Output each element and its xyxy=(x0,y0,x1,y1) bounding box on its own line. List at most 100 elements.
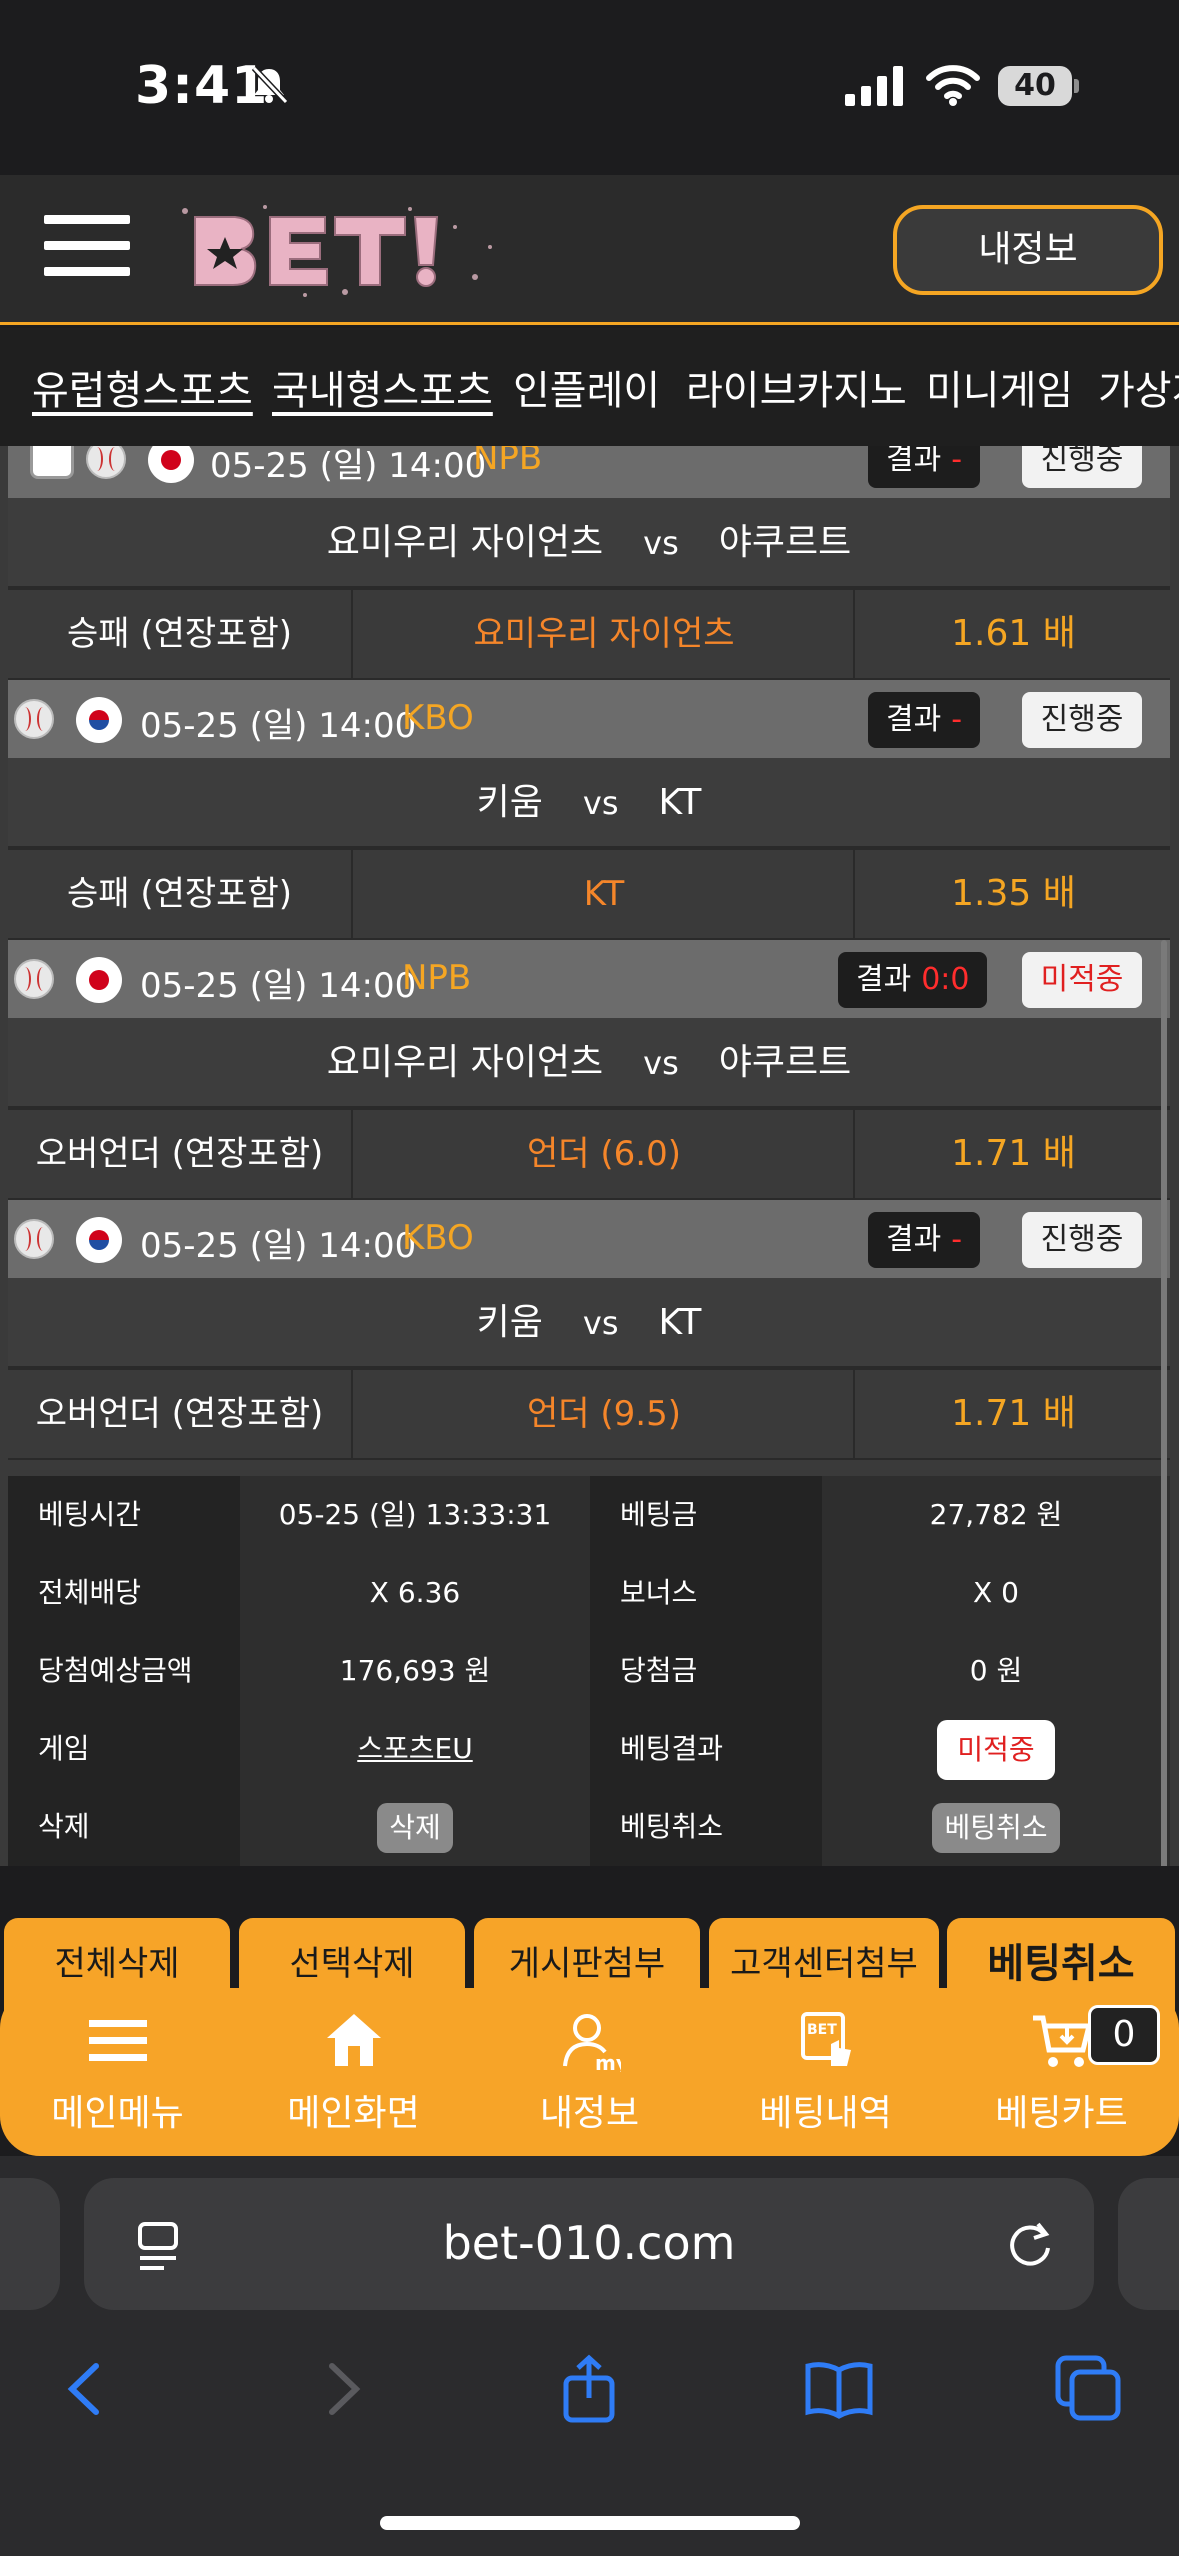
nav-virtual-game[interactable]: 가상게 xyxy=(1098,358,1179,416)
delete-label: 삭제 xyxy=(8,1788,240,1866)
korea-flag-icon xyxy=(76,1217,122,1263)
nav-live-casino[interactable]: 라이브카지노 xyxy=(686,358,907,416)
menu-home[interactable]: 메인화면 xyxy=(236,1988,471,2156)
expected-win-value: 176,693 원 xyxy=(240,1632,590,1710)
odds-value: 1.35 배 xyxy=(951,873,1076,914)
odds-value: 1.61 배 xyxy=(951,613,1076,654)
summary-row: 게임 스포츠EU 베팅결과 미적중 xyxy=(8,1710,1170,1788)
total-odds-label: 전체배당 xyxy=(8,1554,240,1632)
nav-domestic-sports[interactable]: 국내형스포츠 xyxy=(272,358,493,416)
selected-pick: 언더 (9.5) xyxy=(355,1370,855,1458)
bonus-label: 보너스 xyxy=(590,1554,822,1632)
market-type: 오버언더 (연장포함) xyxy=(8,1110,353,1198)
matchup: 키움 vs KT xyxy=(8,1278,1170,1368)
status-bar: 3:41 40 xyxy=(0,0,1179,175)
menu-main-menu[interactable]: 메인메뉴 xyxy=(0,1988,235,2156)
game-datetime: 05-25 (일) 14:00 xyxy=(140,706,417,746)
bonus-value: X 0 xyxy=(822,1554,1170,1632)
cart-count-badge: 0 xyxy=(1088,2005,1160,2065)
cancel-label: 베팅취소 xyxy=(590,1788,822,1866)
bet-time-value: 05-25 (일) 13:33:31 xyxy=(240,1476,590,1554)
selected-pick: 요미우리 자이언츠 xyxy=(355,590,855,678)
away-team: 야쿠르트 xyxy=(718,522,852,563)
matchup: 키움 vs KT xyxy=(8,758,1170,848)
tabs-icon[interactable] xyxy=(1054,2354,1124,2424)
league-name: NPB xyxy=(473,446,543,478)
selected-pick: 언더 (6.0) xyxy=(355,1110,855,1198)
selected-pick: KT xyxy=(355,850,855,938)
summary-row: 베팅시간 05-25 (일) 13:33:31 베팅금 27,782 원 xyxy=(8,1476,1170,1554)
share-icon[interactable] xyxy=(554,2354,624,2424)
home-team: 요미우리 자이언츠 xyxy=(326,1042,604,1083)
bet-result-label: 베팅결과 xyxy=(590,1710,822,1788)
game-header: 05-25 (일) 14:00 NPB 결과 - 진행중 xyxy=(8,446,1170,498)
bet-result-cell: 미적중 xyxy=(822,1710,1170,1788)
address-bar[interactable]: bet-010.com xyxy=(84,2178,1094,2310)
reload-icon[interactable] xyxy=(1004,2218,1056,2270)
category-nav: 유럽형스포츠 국내형스포츠 인플레이 라이브카지노 미니게임 가상게 xyxy=(0,328,1179,446)
status-badge: 진행중 xyxy=(1022,446,1142,488)
home-team: 키움 xyxy=(476,782,543,823)
odds-value: 1.71 배 xyxy=(951,1393,1076,1434)
matchup: 요미우리 자이언츠 vs 야쿠르트 xyxy=(8,498,1170,588)
nav-mini-game[interactable]: 미니게임 xyxy=(926,358,1073,416)
baseball-icon xyxy=(14,699,54,739)
league-name: NPB xyxy=(402,958,472,998)
delete-cell: 삭제 xyxy=(240,1788,590,1866)
bet-row: 승패 (연장포함) 요미우리 자이언츠 1.61 배 xyxy=(8,588,1170,680)
japan-flag-icon xyxy=(76,957,122,1003)
result-badge: 결과 - xyxy=(868,1212,981,1268)
game-label: 게임 xyxy=(8,1710,240,1788)
url-text: bet-010.com xyxy=(442,2216,736,2270)
bet-amount-value: 27,782 원 xyxy=(822,1476,1170,1554)
win-amount-label: 당첨금 xyxy=(590,1632,822,1710)
japan-flag-icon xyxy=(148,446,194,483)
bet-row: 오버언더 (연장포함) 언더 (6.0) 1.71 배 xyxy=(8,1108,1170,1200)
bookmarks-icon[interactable] xyxy=(804,2354,874,2424)
cancel-bet-button[interactable]: 베팅취소 xyxy=(932,1803,1060,1853)
away-team: 야쿠르트 xyxy=(718,1042,852,1083)
cellular-signal-icon xyxy=(845,66,903,106)
previous-tab[interactable] xyxy=(0,2178,60,2310)
home-icon xyxy=(327,2014,381,2066)
home-team: 요미우리 자이언츠 xyxy=(326,522,604,563)
game-value: 스포츠EU xyxy=(240,1710,590,1788)
result-badge: 결과 0:0 xyxy=(838,952,988,1008)
select-checkbox[interactable] xyxy=(30,446,74,479)
nav-european-sports[interactable]: 유럽형스포츠 xyxy=(32,358,253,416)
site-logo[interactable] xyxy=(175,197,505,302)
home-indicator[interactable] xyxy=(380,2516,800,2530)
nav-inplay[interactable]: 인플레이 xyxy=(513,358,660,416)
menu-bet-history[interactable]: BET 베팅내역 xyxy=(708,1988,943,2156)
back-icon[interactable] xyxy=(52,2354,122,2424)
market-type: 승패 (연장포함) xyxy=(8,590,353,678)
odds-value: 1.71 배 xyxy=(951,1133,1076,1174)
baseball-icon xyxy=(14,959,54,999)
my-info-button[interactable]: 내정보 xyxy=(893,205,1163,295)
hamburger-menu-icon[interactable] xyxy=(44,209,130,281)
home-team: 키움 xyxy=(476,1302,543,1343)
matchup: 요미우리 자이언츠 vs 야쿠르트 xyxy=(8,1018,1170,1108)
user-icon: my xyxy=(563,2014,621,2072)
svg-text:my: my xyxy=(595,2051,621,2072)
menu-my-info[interactable]: my 내정보 xyxy=(472,1988,707,2156)
browser-toolbar: bet-010.com xyxy=(0,2156,1179,2556)
baseball-icon xyxy=(86,446,126,479)
svg-text:BET: BET xyxy=(807,2022,837,2038)
game-header: 05-25 (일) 14:00 KBO 결과 - 진행중 xyxy=(8,1200,1170,1278)
status-badge: 진행중 xyxy=(1022,1212,1142,1268)
forward-icon[interactable] xyxy=(306,2354,376,2424)
bet-result-badge: 미적중 xyxy=(937,1720,1055,1780)
bet-slip-list: 05-25 (일) 14:00 NPB 결과 - 진행중 요미우리 자이언츠 vs 야… xyxy=(0,446,1179,1866)
battery-icon: 40 xyxy=(998,66,1079,106)
cancel-cell: 베팅취소 xyxy=(822,1788,1170,1866)
game-header: 05-25 (일) 14:00 NPB 결과 0:0 미적중 xyxy=(8,940,1170,1018)
delete-button[interactable]: 삭제 xyxy=(377,1803,453,1853)
game-datetime: 05-25 (일) 14:00 xyxy=(210,446,487,486)
action-bar: 전체삭제 선택삭제 게시판첨부 고객센터첨부 베팅취소 xyxy=(0,1866,1179,2018)
bet-row: 승패 (연장포함) KT 1.35 배 xyxy=(8,848,1170,940)
battery-level: 40 xyxy=(998,66,1072,106)
menu-icon xyxy=(89,2020,147,2061)
away-team: KT xyxy=(658,782,702,823)
next-tab[interactable] xyxy=(1118,2178,1179,2310)
